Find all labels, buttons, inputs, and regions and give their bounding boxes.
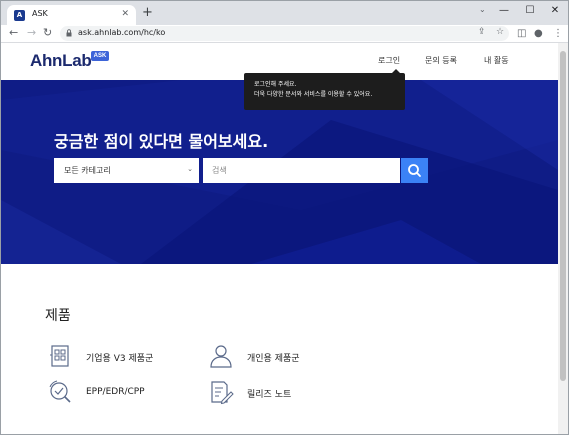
shield-search-icon: [49, 380, 71, 403]
category-selected-value: 모든 카테고리: [64, 166, 111, 175]
building-grid-icon: [50, 345, 69, 367]
products-section-title: 제품: [45, 308, 71, 324]
person-icon: [210, 345, 232, 368]
share-icon[interactable]: ⇪: [478, 27, 486, 37]
profile-avatar[interactable]: ●: [534, 27, 543, 40]
search-input[interactable]: 검색: [203, 158, 400, 183]
document-pen-icon: [211, 381, 234, 405]
tab-close-icon[interactable]: ✕: [121, 9, 129, 20]
product-label: 기업용 V3 제품군: [86, 354, 154, 364]
ask-logo-badge: ASK: [91, 51, 109, 61]
new-tab-button[interactable]: +: [142, 6, 153, 20]
minimize-button[interactable]: —: [498, 4, 510, 18]
chevron-down-icon: ⌄: [187, 165, 193, 173]
page-scrollbar[interactable]: [558, 43, 568, 434]
browser-toolbar: ← → ↻ ask.ahnlab.com/hc/ko ⇪ ☆ ◫ ● ⋮: [1, 25, 568, 43]
forward-button[interactable]: →: [27, 26, 36, 40]
tooltip-line-1: 로그인해 주세요.: [254, 81, 297, 88]
browser-window: A ASK ✕ + ⌄ — ☐ ✕ ← → ↻ ask.ahnlab.com/h…: [0, 0, 569, 435]
search-icon: [408, 164, 421, 177]
product-label: EPP/EDR/CPP: [86, 387, 145, 397]
login-link[interactable]: 로그인: [378, 55, 400, 66]
back-button[interactable]: ←: [9, 26, 18, 40]
url-text: ask.ahnlab.com/hc/ko: [78, 28, 166, 37]
product-label: 개인용 제품군: [247, 354, 300, 364]
side-panel-icon[interactable]: ◫: [517, 27, 526, 40]
product-label: 릴리즈 노트: [247, 390, 292, 400]
my-activity-link[interactable]: 내 활동: [484, 55, 509, 66]
login-tooltip: 로그인해 주세요. 더욱 다양한 문서와 서비스를 이용할 수 있어요.: [244, 73, 405, 110]
reload-button[interactable]: ↻: [43, 26, 52, 40]
search-button[interactable]: [401, 158, 428, 183]
category-select[interactable]: 모든 카테고리 ⌄: [54, 158, 199, 183]
close-window-button[interactable]: ✕: [549, 4, 561, 18]
scrollbar-thumb[interactable]: [560, 51, 566, 381]
menu-kebab-icon[interactable]: ⋮: [553, 27, 563, 40]
web-page: AhnLab ASK 로그인 문의 등록 내 활동 궁금한 점이 있다면 물어보…: [1, 43, 558, 434]
search-placeholder: 검색: [212, 166, 227, 175]
browser-tab[interactable]: A ASK ✕: [7, 5, 136, 25]
tab-title: ASK: [32, 9, 48, 18]
submit-request-link[interactable]: 문의 등록: [425, 55, 457, 66]
ahnlab-logo[interactable]: AhnLab: [30, 51, 92, 71]
address-bar[interactable]: ask.ahnlab.com/hc/ko ⇪ ☆: [60, 26, 509, 41]
tab-search-chevron-icon[interactable]: ⌄: [479, 5, 486, 14]
maximize-button[interactable]: ☐: [524, 4, 536, 18]
lock-icon: [66, 29, 72, 37]
tooltip-line-2: 더욱 다양한 문서와 서비스를 이용할 수 있어요.: [254, 91, 373, 98]
ahnlab-favicon-icon: A: [14, 10, 25, 21]
tab-strip: A ASK ✕ + ⌄ — ☐ ✕: [1, 1, 568, 25]
bookmark-star-icon[interactable]: ☆: [496, 27, 504, 37]
hero-title: 궁금한 점이 있다면 물어보세요.: [54, 132, 269, 151]
